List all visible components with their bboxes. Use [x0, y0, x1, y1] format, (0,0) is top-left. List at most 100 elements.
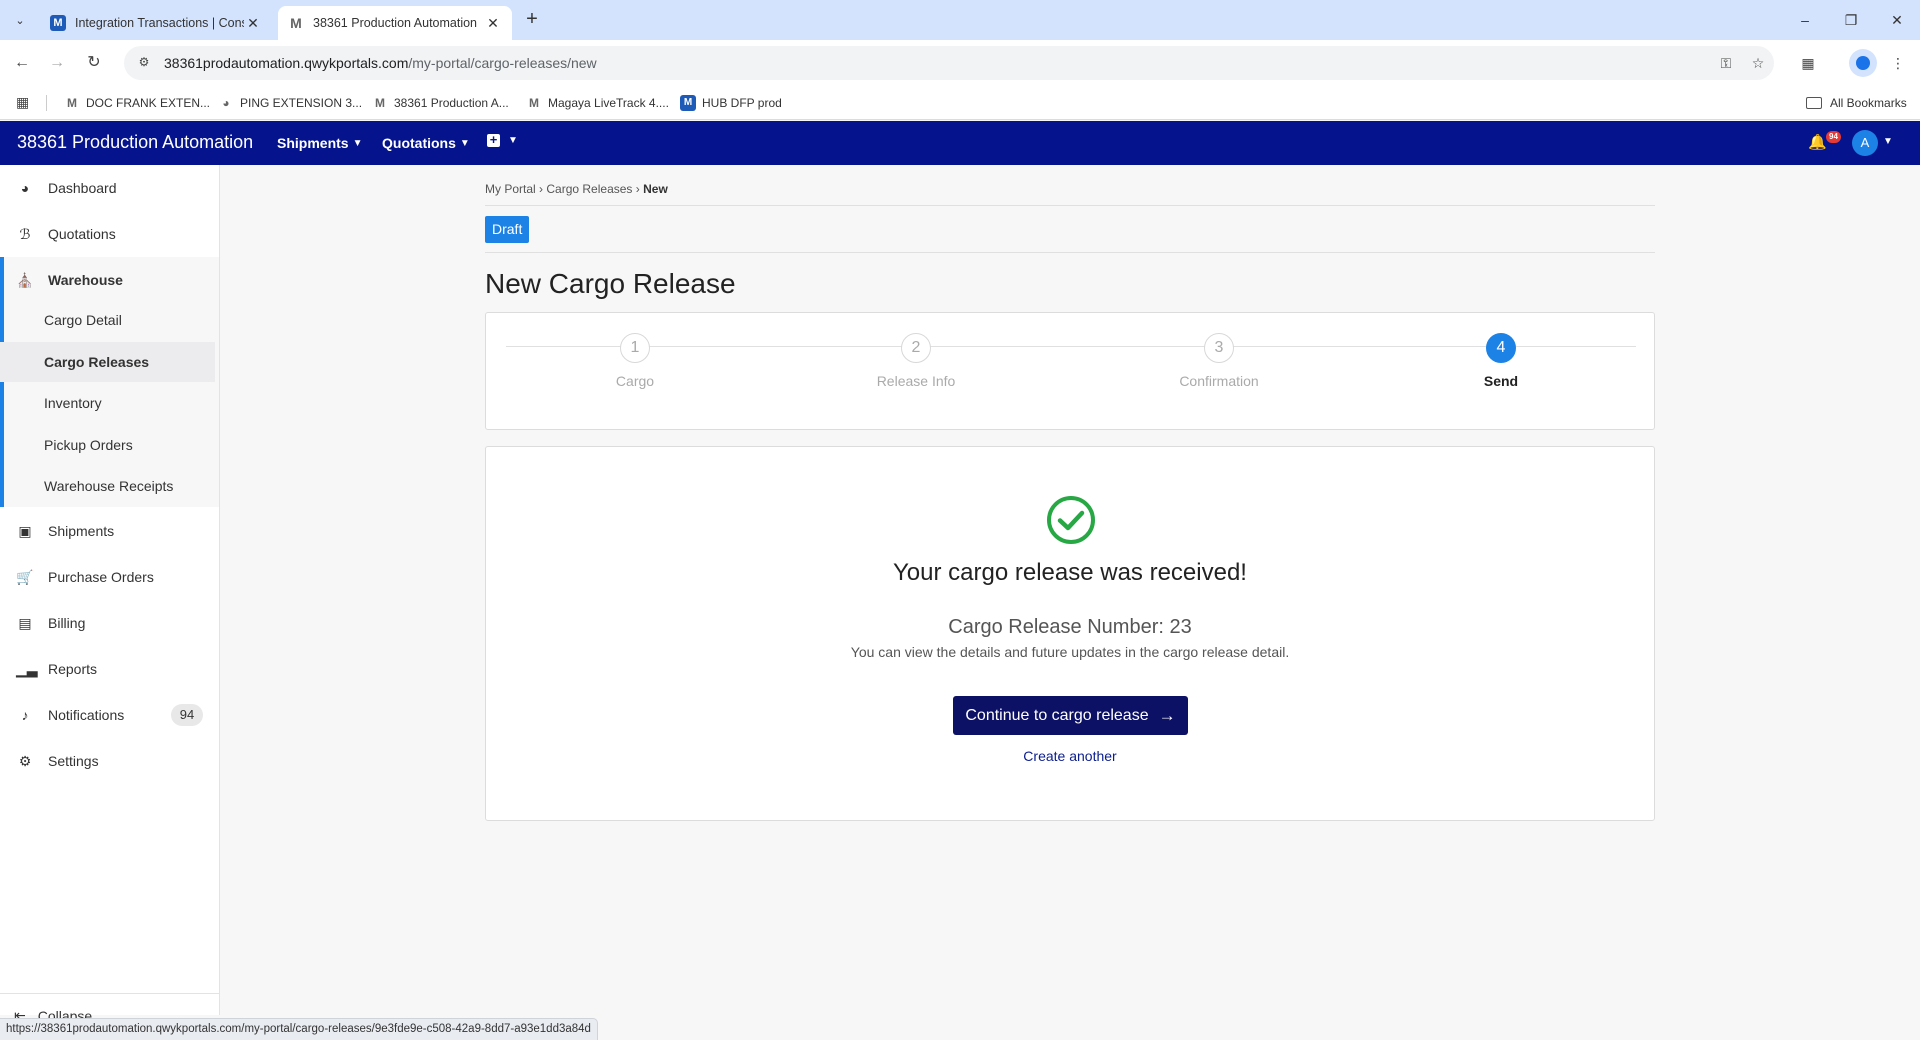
- stepper-card: 1 Cargo 2 Release Info 3 Confirmation 4 …: [485, 312, 1655, 430]
- step-number: 3: [1204, 333, 1234, 363]
- magaya-m-gray-icon: M: [529, 96, 539, 110]
- apps-grid-icon[interactable]: ▦: [16, 94, 34, 112]
- sidebar-sub-inventory[interactable]: Inventory: [0, 383, 215, 423]
- forward-arrow-icon[interactable]: →: [45, 51, 69, 75]
- sidebar-item-dashboard[interactable]: ◕ Dashboard: [0, 165, 219, 211]
- quotations-menu[interactable]: Quotations ▼: [382, 135, 470, 151]
- sidebar-item-label: Reports: [48, 661, 98, 677]
- sidebar-sub-label: Warehouse Receipts: [44, 478, 174, 494]
- sidebar-sub-warehouse-receipts[interactable]: Warehouse Receipts: [0, 466, 215, 506]
- notification-count-badge: 94: [1826, 131, 1841, 143]
- profile-person-icon: [1856, 56, 1870, 70]
- sidebar-item-label: Settings: [48, 753, 99, 769]
- sidebar-item-shipments[interactable]: ▣ Shipments: [0, 508, 219, 554]
- browser-tab-strip: ⌄ M Integration Transactions | Cons ✕ M …: [0, 0, 1920, 40]
- chevron-down-icon[interactable]: ▼: [1883, 136, 1893, 147]
- sidebar-sub-label: Inventory: [44, 395, 102, 411]
- close-tab-icon[interactable]: ✕: [244, 15, 262, 32]
- bookmark-hub-dfp[interactable]: M HUB DFP prod: [680, 93, 782, 113]
- browser-tab-production-automation[interactable]: M 38361 Production Automation ✕: [278, 6, 512, 40]
- page-title: New Cargo Release: [485, 268, 736, 299]
- sidebar-item-settings[interactable]: ⚙ Settings: [0, 738, 219, 784]
- gear-icon: ⚙: [18, 752, 32, 769]
- user-avatar[interactable]: A: [1852, 130, 1878, 156]
- bookmark-doc-frank[interactable]: M DOC FRANK EXTEN...: [64, 93, 210, 113]
- step-number: 2: [901, 333, 931, 363]
- bookmarks-bar: ▦ M DOC FRANK EXTEN... ◕ PING EXTENSION 3.…: [0, 86, 1920, 120]
- sidebar-item-quotations[interactable]: ℬ Quotations: [0, 211, 219, 257]
- magaya-m-gray-icon: M: [375, 96, 385, 110]
- address-url: 38361prodautomation.qwykportals.com/my-p…: [164, 55, 597, 71]
- bookmarks-divider: [46, 95, 47, 111]
- bookmark-label: 38361 Production A...: [394, 96, 509, 110]
- sidebar-item-label: Billing: [48, 615, 86, 631]
- new-tab-plus-icon[interactable]: +: [520, 8, 544, 32]
- password-key-icon[interactable]: ⚿: [1714, 46, 1738, 80]
- sidebar-item-label: Quotations: [48, 226, 116, 242]
- dashboard-gauge-icon: ◕: [20, 180, 30, 196]
- sidebar-sub-label: Cargo Detail: [44, 312, 122, 328]
- step-send: 4 Send: [1441, 333, 1561, 389]
- shipments-menu[interactable]: Shipments ▼: [277, 135, 362, 151]
- step-label: Confirmation: [1179, 373, 1259, 389]
- step-confirmation: 3 Confirmation: [1159, 333, 1279, 389]
- divider: [485, 252, 1655, 253]
- step-release-info: 2 Release Info: [856, 333, 976, 389]
- breadcrumb-cargo-releases[interactable]: Cargo Releases: [546, 182, 632, 196]
- bookmark-38361-production[interactable]: M 38361 Production A...: [372, 93, 509, 113]
- browser-menu-kebab-icon[interactable]: ⋮: [1886, 51, 1910, 75]
- cargo-release-number: Cargo Release Number: 23: [948, 616, 1192, 638]
- bookmark-label: PING EXTENSION 3...: [240, 96, 363, 110]
- bookmark-ping-extension[interactable]: ◕ PING EXTENSION 3...: [218, 93, 362, 113]
- step-cargo: 1 Cargo: [575, 333, 695, 389]
- url-path: /my-portal/cargo-releases/new: [408, 55, 597, 71]
- browser-tab-integration-transactions[interactable]: M Integration Transactions | Cons ✕: [40, 6, 272, 40]
- bookmark-star-icon[interactable]: ☆: [1746, 46, 1770, 80]
- sidebar-sub-cargo-releases[interactable]: Cargo Releases: [0, 342, 215, 382]
- close-window-icon[interactable]: ✕: [1882, 8, 1912, 32]
- sidebar-item-label: Warehouse: [48, 272, 123, 288]
- step-number: 4: [1486, 333, 1516, 363]
- continue-to-cargo-release-button[interactable]: Continue to cargo release →: [953, 696, 1188, 735]
- restore-icon[interactable]: ❐: [1836, 8, 1866, 32]
- plus-square-icon: +: [487, 133, 500, 147]
- create-new-menu[interactable]: + ▼: [487, 133, 518, 147]
- sidebar-item-label: Notifications: [48, 707, 125, 723]
- sidebar-item-purchase-orders[interactable]: 🛒 Purchase Orders: [0, 554, 219, 600]
- all-bookmarks[interactable]: All Bookmarks: [1806, 93, 1907, 113]
- browser-profile-avatar[interactable]: [1849, 49, 1877, 77]
- back-arrow-icon[interactable]: ←: [10, 51, 34, 75]
- step-number: 1: [620, 333, 650, 363]
- bookmark-label: Magaya LiveTrack 4....: [548, 96, 669, 110]
- sidebar-item-billing[interactable]: ▤ Billing: [0, 600, 219, 646]
- billing-icon: ▤: [18, 614, 32, 631]
- quotations-icon: ℬ: [19, 225, 31, 242]
- close-tab-icon[interactable]: ✕: [484, 15, 502, 32]
- create-another-link[interactable]: Create another: [486, 748, 1654, 764]
- step-label: Cargo: [615, 373, 655, 389]
- address-bar[interactable]: ⚙ 38361prodautomation.qwykportals.com/my…: [124, 46, 1774, 80]
- tab-search-chevron-icon[interactable]: ⌄: [8, 8, 32, 32]
- sidebar-sub-label: Pickup Orders: [44, 437, 133, 453]
- sidebar-item-reports[interactable]: ▁▃ Reports: [0, 646, 219, 692]
- all-bookmarks-label: All Bookmarks: [1830, 96, 1907, 110]
- breadcrumb-my-portal[interactable]: My Portal: [485, 182, 536, 196]
- site-info-icon[interactable]: ⚙: [136, 55, 152, 71]
- sidebar-sub-cargo-detail[interactable]: Cargo Detail: [0, 300, 215, 340]
- warehouse-icon: ⛪: [16, 271, 34, 288]
- sidebar-sub-pickup-orders[interactable]: Pickup Orders: [0, 425, 215, 465]
- notifications-bell-icon[interactable]: 🔔: [1808, 133, 1827, 151]
- minimize-icon[interactable]: –: [1790, 8, 1820, 32]
- notifications-count-badge: 94: [171, 704, 203, 726]
- warehouse-group: ⛪ Warehouse Cargo Detail Cargo Releases I…: [0, 257, 219, 507]
- extensions-puzzle-icon[interactable]: ▦: [1796, 51, 1820, 75]
- reload-icon[interactable]: ↻: [82, 51, 106, 75]
- success-card: Your cargo release was received! Cargo R…: [485, 446, 1655, 821]
- magaya-m-icon: M: [680, 95, 696, 111]
- folder-icon: [1806, 97, 1822, 109]
- app-title[interactable]: 38361 Production Automation: [17, 132, 253, 153]
- magaya-m-gray-icon: M: [67, 96, 77, 110]
- sidebar-item-warehouse[interactable]: ⛪ Warehouse: [0, 257, 219, 303]
- sidebar-item-notifications[interactable]: ♪ Notifications 94: [0, 692, 219, 738]
- bookmark-magaya-livetrack[interactable]: M Magaya LiveTrack 4....: [526, 93, 669, 113]
